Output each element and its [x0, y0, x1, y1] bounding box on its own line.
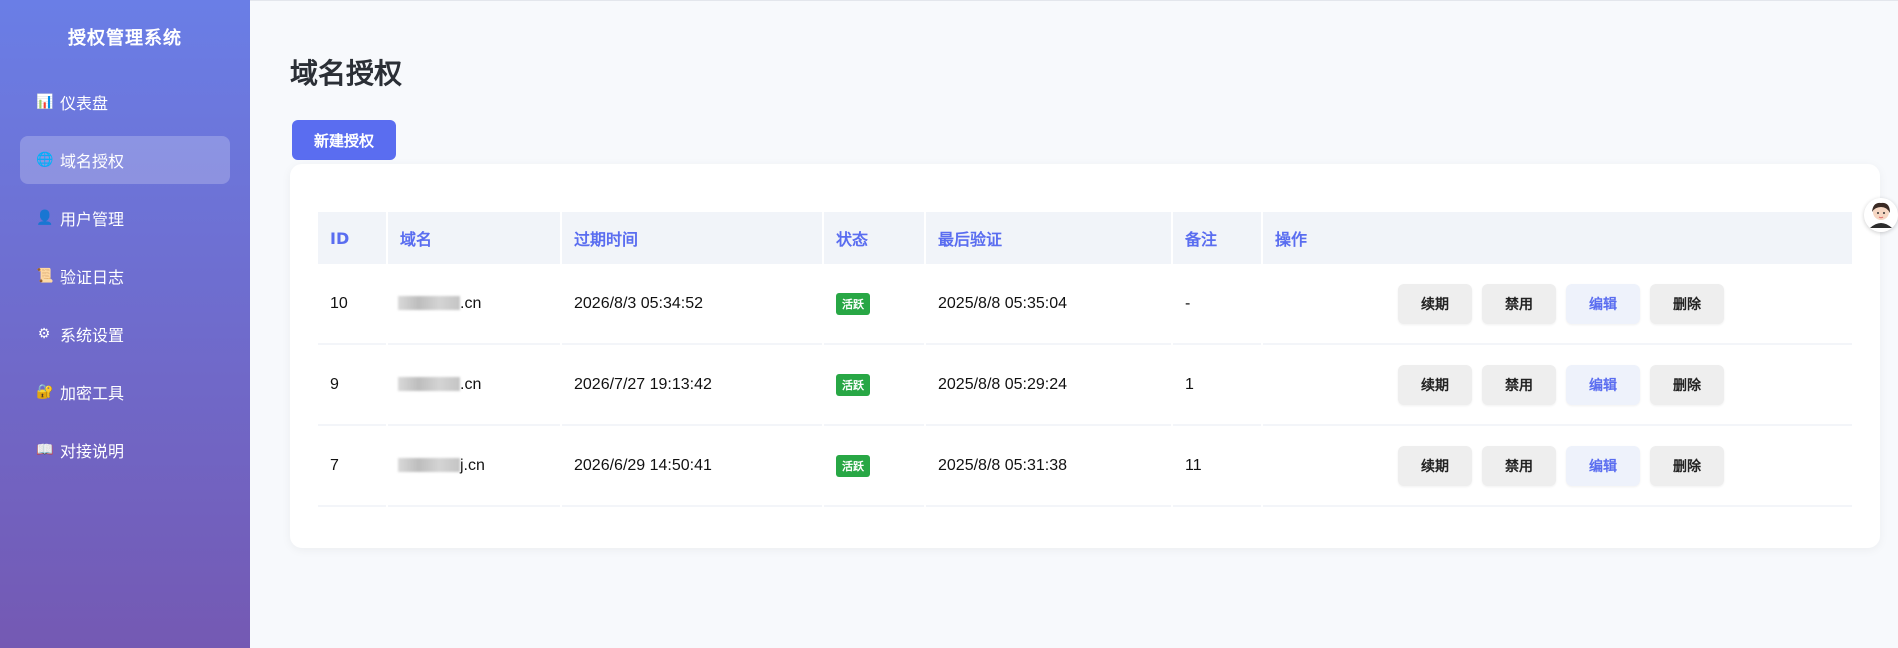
redacted-domain: [398, 296, 460, 311]
table-row: 9 .cn 2026/7/27 19:13:42 活跃 2025/8/8 05:…: [318, 345, 1852, 426]
cell-expire: 2026/6/29 14:50:41: [562, 426, 822, 507]
disable-button[interactable]: 禁用: [1482, 283, 1556, 324]
sidebar-item-label: 验证日志: [60, 268, 125, 287]
sidebar-item-label: 仪表盘: [60, 94, 109, 113]
book-icon: 📖: [36, 442, 54, 458]
cell-expire: 2026/7/27 19:13:42: [562, 345, 822, 426]
sidebar-item-crypto-tools[interactable]: 🔐 加密工具: [20, 368, 230, 416]
lock-icon: 🔐: [36, 384, 54, 400]
status-badge: 活跃: [836, 454, 870, 477]
main-content: 域名授权 新建授权 ID 域名 过期时间 状态 最后验证 备注 操作 10 .c…: [250, 0, 1898, 648]
cell-note: 11: [1173, 426, 1261, 507]
sidebar-item-label: 加密工具: [60, 384, 125, 403]
delete-button[interactable]: 删除: [1650, 283, 1724, 324]
sidebar-item-dashboard[interactable]: 📊 仪表盘: [20, 78, 230, 126]
renew-button[interactable]: 续期: [1398, 364, 1472, 405]
table-row: 10 .cn 2026/8/3 05:34:52 活跃 2025/8/8 05:…: [318, 264, 1852, 345]
status-badge: 活跃: [836, 373, 870, 396]
header-domain: 域名: [388, 212, 560, 264]
sidebar-item-users[interactable]: 👤 用户管理: [20, 194, 230, 242]
cell-actions: 续期 禁用 编辑 删除: [1263, 264, 1852, 345]
cell-domain: .cn: [388, 345, 560, 426]
cell-status: 活跃: [824, 264, 924, 345]
app-title: 授权管理系统: [68, 28, 182, 49]
cell-id: 9: [318, 345, 386, 426]
table-header-row: ID 域名 过期时间 状态 最后验证 备注 操作: [318, 212, 1852, 264]
cell-actions: 续期 禁用 编辑 删除: [1263, 426, 1852, 507]
cell-expire: 2026/8/3 05:34:52: [562, 264, 822, 345]
redacted-domain: [398, 458, 460, 473]
header-note: 备注: [1173, 212, 1261, 264]
disable-button[interactable]: 禁用: [1482, 364, 1556, 405]
cell-last-verify: 2025/8/8 05:35:04: [926, 264, 1171, 345]
domain-table: ID 域名 过期时间 状态 最后验证 备注 操作 10 .cn 2026/8/3…: [316, 212, 1854, 507]
redacted-domain: [398, 377, 460, 392]
cell-last-verify: 2025/8/8 05:29:24: [926, 345, 1171, 426]
cell-actions: 续期 禁用 编辑 删除: [1263, 345, 1852, 426]
sidebar-item-docs[interactable]: 📖 对接说明: [20, 426, 230, 474]
gear-icon: ⚙: [37, 326, 51, 342]
new-authorization-button[interactable]: 新建授权: [292, 120, 396, 160]
assistant-avatar-icon[interactable]: [1864, 198, 1898, 232]
sidebar-item-logs[interactable]: 📜 验证日志: [20, 252, 230, 300]
renew-button[interactable]: 续期: [1398, 445, 1472, 486]
table-row: 7 j.cn 2026/6/29 14:50:41 活跃 2025/8/8 05…: [318, 426, 1852, 507]
domain-table-card: ID 域名 过期时间 状态 最后验证 备注 操作 10 .cn 2026/8/3…: [290, 164, 1880, 548]
renew-button[interactable]: 续期: [1398, 283, 1472, 324]
cell-id: 7: [318, 426, 386, 507]
cell-domain: j.cn: [388, 426, 560, 507]
user-icon: 👤: [36, 210, 54, 226]
header-last-verify: 最后验证: [926, 212, 1171, 264]
domain-suffix: .cn: [460, 294, 482, 312]
page-title: 域名授权: [290, 57, 403, 90]
cell-note: -: [1173, 264, 1261, 345]
globe-icon: 🌐: [36, 152, 54, 168]
domain-suffix: .cn: [460, 375, 482, 393]
disable-button[interactable]: 禁用: [1482, 445, 1556, 486]
domain-suffix: j.cn: [460, 456, 485, 474]
cell-note: 1: [1173, 345, 1261, 426]
sidebar-item-label: 系统设置: [60, 326, 125, 345]
delete-button[interactable]: 删除: [1650, 364, 1724, 405]
header-id: ID: [318, 212, 386, 264]
edit-button[interactable]: 编辑: [1566, 283, 1640, 324]
sidebar-item-label: 用户管理: [60, 210, 125, 229]
header-expire: 过期时间: [562, 212, 822, 264]
header-status: 状态: [824, 212, 924, 264]
cell-id: 10: [318, 264, 386, 345]
sidebar-item-settings[interactable]: ⚙ 系统设置: [20, 310, 230, 358]
cell-domain: .cn: [388, 264, 560, 345]
sidebar-item-domain-auth[interactable]: 🌐 域名授权: [20, 136, 230, 184]
chart-icon: 📊: [36, 94, 54, 110]
edit-button[interactable]: 编辑: [1566, 445, 1640, 486]
sidebar-item-label: 对接说明: [60, 442, 125, 461]
sidebar-item-label: 域名授权: [60, 152, 125, 171]
delete-button[interactable]: 删除: [1650, 445, 1724, 486]
header-actions: 操作: [1263, 212, 1852, 264]
scroll-icon: 📜: [36, 268, 54, 284]
cell-status: 活跃: [824, 426, 924, 507]
cell-last-verify: 2025/8/8 05:31:38: [926, 426, 1171, 507]
status-badge: 活跃: [836, 292, 870, 315]
edit-button[interactable]: 编辑: [1566, 364, 1640, 405]
sidebar: 授权管理系统 📊 仪表盘 🌐 域名授权 👤 用户管理 📜 验证日志 ⚙ 系统设置…: [0, 0, 250, 648]
cell-status: 活跃: [824, 345, 924, 426]
